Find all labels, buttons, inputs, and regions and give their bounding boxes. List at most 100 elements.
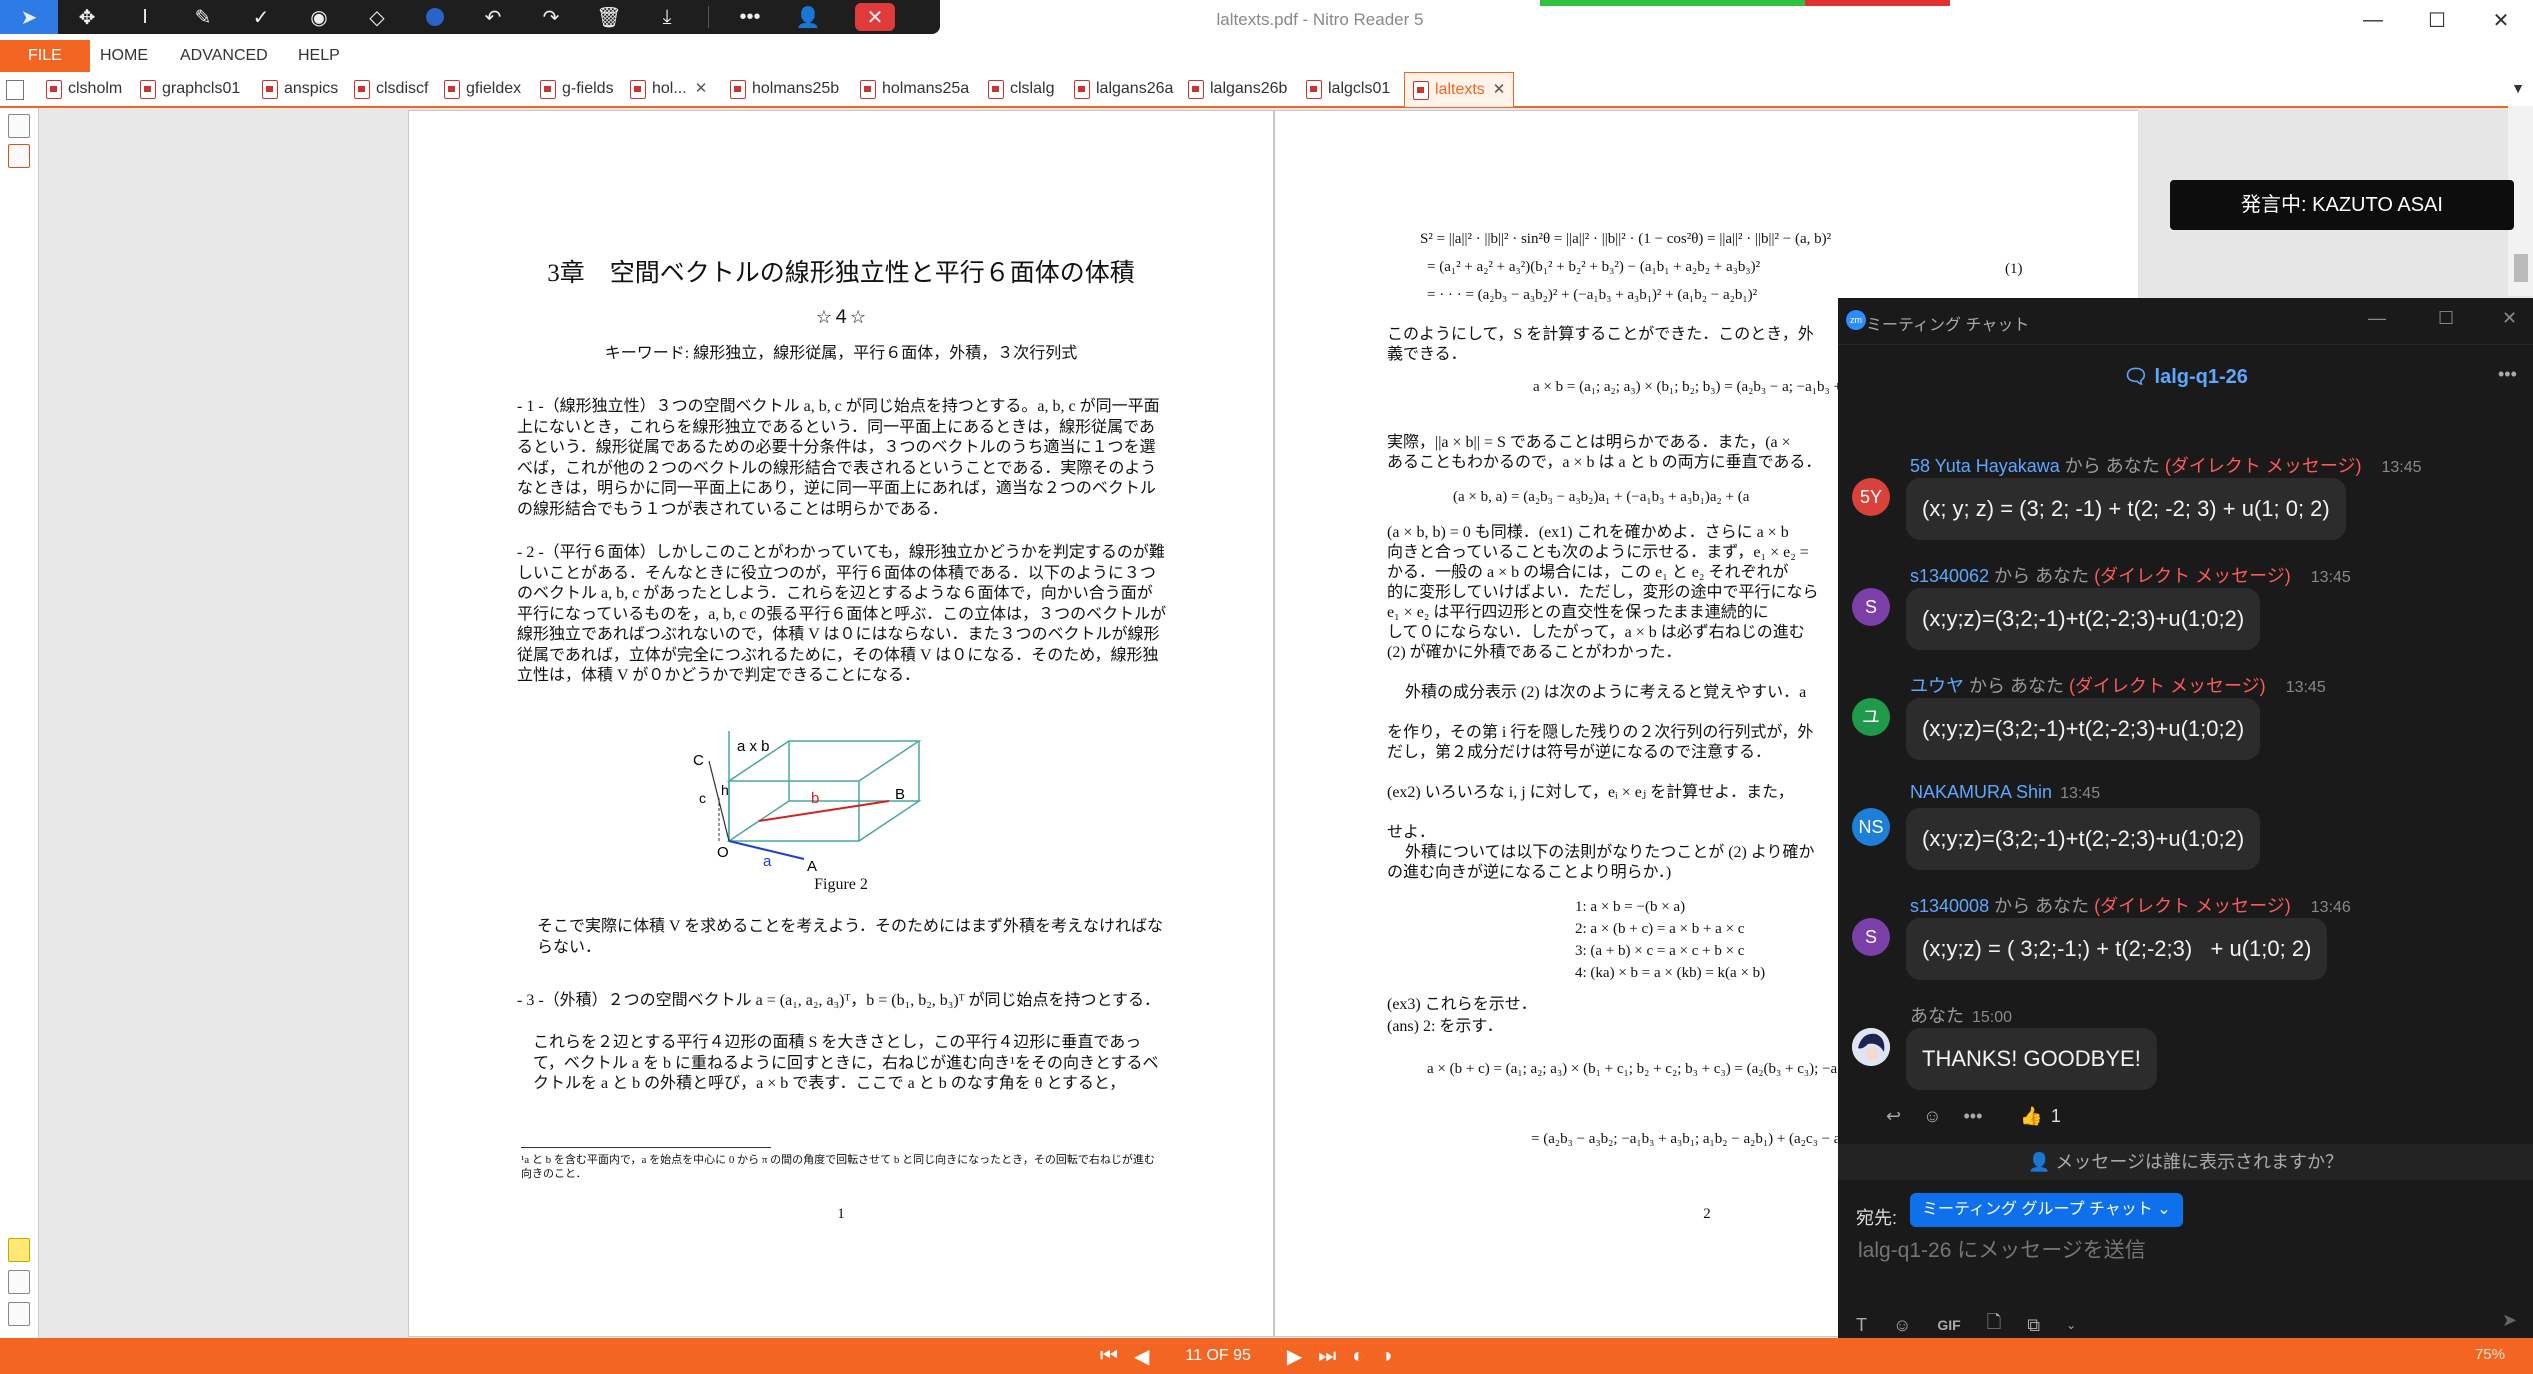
emoji-reaction-icon[interactable]: ☺ [1923, 1106, 1941, 1127]
close-tab-icon[interactable]: ✕ [1493, 73, 1506, 107]
label-B: B [895, 786, 905, 803]
message-bubble[interactable]: (x;y;z)=(3;2;-1)+t(2;-2;3)+u(1;0;2) [1906, 588, 2261, 650]
doc-tab[interactable]: anspics [262, 72, 338, 106]
doc-tab[interactable]: graphcls01 [140, 72, 240, 106]
message-bubble[interactable]: (x; y; z) = (3; 2; -1) + t(2; -2; 3) + u… [1906, 478, 2346, 540]
doc-tab[interactable]: holmans25a [860, 72, 969, 106]
close-icon[interactable]: ✕ [855, 3, 895, 31]
chevron-down-icon[interactable]: ⌄ [2066, 1318, 2076, 1332]
page-indicator[interactable]: 11 OF 95 [1165, 1347, 1271, 1365]
doc-tab[interactable]: g-fields [540, 72, 614, 106]
move-icon[interactable]: ✥ [58, 0, 116, 34]
screenshot-icon[interactable]: ⧉ [2027, 1315, 2040, 1336]
sender-name[interactable]: ユウヤ [1910, 676, 1964, 696]
bookmarks-icon[interactable] [8, 114, 30, 138]
undo-icon[interactable]: ↶ [464, 0, 522, 34]
gif-button[interactable]: GIF [1937, 1317, 1960, 1333]
last-page-icon[interactable]: ⏭ [1318, 1345, 1336, 1368]
eraser-icon[interactable]: ◇ [348, 0, 406, 34]
popout-chat-button[interactable]: ☐ [2438, 308, 2454, 329]
paragraph-cross-product-lead: - 3 -（外積）２つの空間ベクトル a = (a₁, a₂, a₃)ᵀ，b =… [517, 992, 1161, 1009]
doc-tab[interactable]: gfieldex [444, 72, 521, 106]
pages-icon[interactable] [8, 1270, 30, 1294]
check-icon[interactable]: ✓ [232, 0, 290, 34]
avatar[interactable] [1852, 1028, 1890, 1066]
output-icon[interactable] [8, 1302, 30, 1326]
file-icon[interactable]: 🗋 [1987, 1310, 2001, 1340]
doc-tab-active[interactable]: laltexts ✕ [1404, 72, 1515, 107]
annotation-toolbar: ➤ ✥ I ✎ ✓ ◉ ◇ ↶ ↷ 🗑 ⤓ ••• 👤 ✕ [0, 0, 940, 34]
avatar[interactable]: 5Y [1852, 478, 1890, 516]
avatar[interactable]: S [1852, 588, 1890, 626]
thumbs-up-icon[interactable]: 👍 [2020, 1106, 2042, 1127]
doc-tab[interactable]: lalgans26b [1188, 72, 1287, 106]
visibility-notice[interactable]: 👤 メッセージは誰に表示されますか？ [1838, 1144, 2533, 1180]
chat-message-input[interactable] [1856, 1238, 2500, 1264]
ribbon-tabs: FILE HOME ADVANCED HELP [0, 40, 2533, 73]
text-cursor-icon[interactable]: I [116, 0, 174, 34]
user-icon[interactable]: 👤 [779, 0, 837, 34]
previous-page-icon[interactable]: ◀ [1134, 1344, 1149, 1369]
tab-overflow-icon[interactable]: ▼ [2511, 80, 2525, 96]
doc-tab[interactable]: clsholm [46, 72, 122, 106]
scrollbar-thumb[interactable] [2514, 254, 2528, 282]
reply-icon[interactable]: ↩ [1886, 1106, 1901, 1127]
avatar[interactable]: NS [1852, 808, 1890, 846]
sender-name[interactable]: s1340008 [1910, 896, 1989, 916]
close-window-button[interactable]: ✕ [2469, 0, 2533, 40]
sender-name[interactable]: s1340062 [1910, 566, 1989, 586]
message-bubble[interactable]: (x;y;z) = ( 3;2;-1;) + t(2;-2;3) + u(1;0… [1906, 918, 2328, 980]
select-icon[interactable]: ➤ [0, 0, 58, 34]
color-picker-icon[interactable] [406, 0, 464, 34]
attachments-icon[interactable] [8, 144, 30, 168]
doc-tab[interactable]: clsdiscf [354, 72, 428, 106]
recipient-select[interactable]: ミーティング グループ チャット ⌄ [1910, 1193, 2183, 1227]
text-format-icon[interactable]: T [1856, 1315, 1867, 1336]
back-view-icon[interactable]: ◐ [1352, 1345, 1364, 1368]
minimize-chat-button[interactable]: — [2368, 308, 2386, 329]
doc-tab[interactable]: holmans25b [730, 72, 839, 106]
recipient-label: 宛先: [1856, 1208, 1898, 1228]
more-icon[interactable]: ••• [721, 0, 779, 34]
send-icon[interactable]: ➤ [2502, 1310, 2517, 1331]
doc-tab[interactable]: clslalg [988, 72, 1054, 106]
sender-name[interactable]: 58 Yuta Hayakawa [1910, 456, 2060, 476]
sender-name[interactable]: NAKAMURA Shin [1910, 782, 2052, 802]
next-page-icon[interactable]: ▶ [1287, 1344, 1302, 1369]
doc-tab[interactable]: lalgcls01 [1306, 72, 1390, 106]
tab-home[interactable]: HOME [86, 40, 162, 72]
tab-advanced[interactable]: ADVANCED [166, 40, 282, 72]
message-actions: ↩ ☺ ••• 👍 1 [1886, 1106, 2061, 1127]
message-bubble[interactable]: (x;y;z)=(3;2;-1)+t(2;-2;3)+u(1;0;2) [1906, 808, 2261, 870]
chat-more-icon[interactable]: ••• [2498, 364, 2517, 385]
forward-view-icon[interactable]: ◑ [1380, 1345, 1392, 1368]
text-line: あることもわかるので，a × b は a と b の両方に垂直である． [1387, 454, 1822, 471]
pdf-icon [444, 79, 460, 99]
avatar[interactable]: ユ [1852, 698, 1890, 736]
save-icon[interactable]: ⤓ [638, 0, 696, 34]
close-tab-icon[interactable]: ✕ [695, 72, 708, 106]
doc-tab-label: lalgcls01 [1328, 80, 1391, 97]
doc-tab[interactable]: hol... ✕ [630, 72, 707, 106]
avatar[interactable]: S [1852, 918, 1890, 956]
message-bubble[interactable]: THANKS! GOODBYE! [1906, 1028, 2157, 1090]
redo-icon[interactable]: ↷ [522, 0, 580, 34]
tab-list-icon[interactable] [6, 80, 24, 100]
tab-help[interactable]: HELP [284, 40, 354, 72]
zoom-level[interactable]: 75% [2475, 1346, 2505, 1363]
close-chat-button[interactable]: ✕ [2502, 308, 2517, 329]
pen-icon[interactable]: ✎ [174, 0, 232, 34]
doc-tab[interactable]: lalgans26a [1074, 72, 1173, 106]
comments-icon[interactable] [8, 1238, 30, 1262]
trash-icon[interactable]: 🗑 [580, 0, 638, 34]
label-A: A [807, 858, 817, 871]
maximize-button[interactable]: ☐ [2405, 0, 2469, 40]
more-actions-icon[interactable]: ••• [1963, 1106, 1982, 1127]
stamp-icon[interactable]: ◉ [290, 0, 348, 34]
emoji-icon[interactable]: ☺ [1893, 1315, 1911, 1336]
first-page-icon[interactable]: ⏮ [1100, 1345, 1118, 1368]
chat-channel-name: 🗨 lalg-q1-26 [1838, 364, 2533, 389]
message-bubble[interactable]: (x;y;z)=(3;2;-1)+t(2;-2;3)+u(1;0;2) [1906, 698, 2261, 760]
minimize-button[interactable]: — [2341, 0, 2405, 40]
tab-file[interactable]: FILE [0, 40, 90, 72]
